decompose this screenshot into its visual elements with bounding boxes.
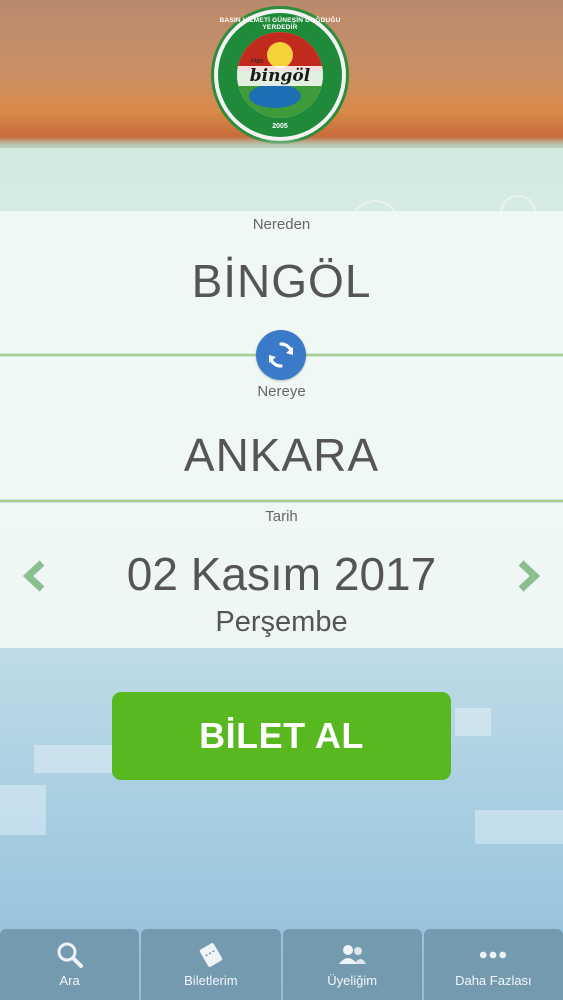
nav-item-membership[interactable]: Üyeliğim xyxy=(282,929,422,1000)
date-label: Tarih xyxy=(265,508,298,525)
nav-item-more[interactable]: Daha Fazlası xyxy=(423,929,563,1000)
to-city[interactable]: ANKARA xyxy=(0,428,563,482)
chevron-right-icon xyxy=(518,560,541,592)
to-label: Nereye xyxy=(257,383,306,400)
nav-label: Biletlerim xyxy=(184,973,238,988)
nav-item-tickets[interactable]: Biletlerim xyxy=(141,929,281,1000)
ticket-icon xyxy=(196,941,226,969)
more-dots-icon xyxy=(478,941,508,969)
bottom-nav: Ara Biletlerim Üyeliğim Daha Fazlası xyxy=(0,929,563,1000)
decor-block xyxy=(0,785,46,835)
divider xyxy=(0,500,563,502)
from-city[interactable]: BİNGÖL xyxy=(0,254,563,308)
nav-label: Ara xyxy=(59,973,80,988)
logo-emblem: Has bingöl xyxy=(237,32,323,118)
selected-weekday: Perşembe xyxy=(215,606,348,638)
from-label: Nereden xyxy=(252,216,311,233)
logo-prefix: Has xyxy=(251,58,264,65)
header-banner: BASIN HİZMETİ GÜNEŞİN DOĞDUĞU YERDEDİR H… xyxy=(0,0,563,148)
decor-block xyxy=(455,708,491,736)
logo-year: 2005 xyxy=(272,123,288,130)
logo-ring: BASIN HİZMETİ GÜNEŞİN DOĞDUĞU YERDEDİR H… xyxy=(218,13,342,137)
nav-label: Üyeliğim xyxy=(327,973,378,988)
nav-label: Daha Fazlası xyxy=(455,973,532,988)
bingol-logo: BASIN HİZMETİ GÜNEŞİN DOĞDUĞU YERDEDİR H… xyxy=(211,6,349,144)
buy-ticket-button[interactable]: BİLET AL xyxy=(112,692,451,780)
swap-arrows-icon xyxy=(268,342,294,368)
selected-date[interactable]: 02 Kasım 2017 xyxy=(0,547,563,601)
logo-name: bingöl xyxy=(237,66,323,86)
logo-arc-text: BASIN HİZMETİ GÜNEŞİN DOĞDUĞU YERDEDİR xyxy=(219,17,341,31)
search-icon xyxy=(55,941,85,969)
decor-block xyxy=(475,810,563,844)
next-date-button[interactable] xyxy=(510,556,546,596)
swap-route-button[interactable] xyxy=(256,330,306,380)
users-icon xyxy=(337,941,367,969)
decor-block xyxy=(34,745,112,773)
nav-item-search[interactable]: Ara xyxy=(0,929,140,1000)
